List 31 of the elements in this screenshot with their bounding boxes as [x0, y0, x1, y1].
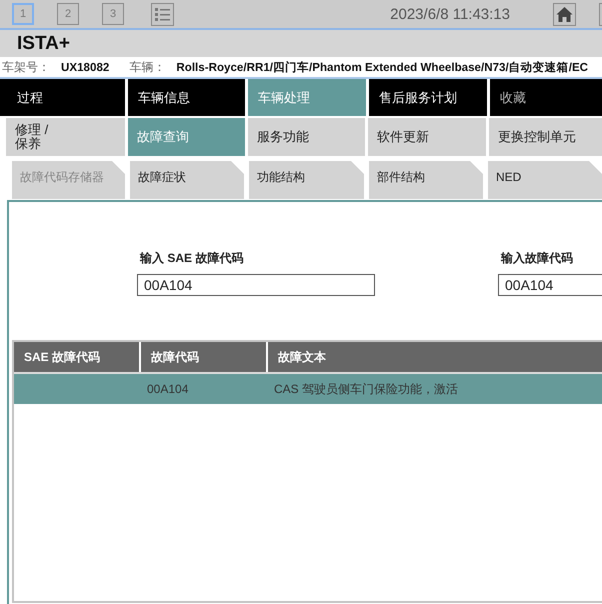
info-value: UX18082	[61, 60, 110, 74]
main-tab[interactable]: 售后服务计划	[369, 79, 487, 116]
function-tab[interactable]: 部件结构	[369, 161, 483, 199]
home-icon	[556, 6, 573, 22]
main-tab[interactable]: 车辆信息	[128, 79, 245, 116]
info-label: 车架号：	[2, 58, 50, 76]
field-label: 输入故障代码	[501, 250, 573, 267]
input-field[interactable]: 00A104	[498, 274, 602, 296]
main-tab[interactable]: 过程	[0, 79, 125, 116]
input-field[interactable]: 00A104	[137, 274, 375, 296]
date-time: 2023/6/8 11:43:13	[390, 6, 510, 22]
home-button[interactable]	[553, 2, 576, 26]
info-value: Rolls-Royce/RR1/四门车/Phantom Extended Wheelbase/N73/自动变速箱/EC	[176, 60, 588, 74]
function-tab[interactable]: NED	[488, 161, 602, 199]
function-tab[interactable]: 功能结构	[249, 161, 364, 199]
info-label: 车辆：	[129, 58, 166, 76]
list-icon	[154, 6, 171, 22]
column-header: SAE 故障代码	[14, 342, 141, 372]
field-label: 输入 SAE 故障代码	[140, 250, 244, 267]
app-title: ISTA+	[17, 32, 70, 54]
list-button[interactable]	[151, 2, 174, 26]
table-cell-text: CAS 驾驶员侧车门保险功能，激活	[273, 380, 460, 398]
table-row[interactable]: 00A104 CAS 驾驶员侧车门保险功能，激活	[14, 372, 602, 404]
column-header: 故障代码	[141, 342, 268, 372]
sub-tab[interactable]: 服务功能	[248, 118, 365, 156]
table-cell-text: 00A104	[146, 381, 190, 398]
function-tab[interactable]: 故障症状	[130, 161, 244, 199]
sub-tab[interactable]: 软件更新	[368, 118, 486, 156]
sub-tab[interactable]: 修理 / 保养	[6, 118, 125, 156]
sub-tab[interactable]: 更换控制单元	[489, 118, 602, 156]
column-header: 故障文本	[268, 342, 602, 372]
